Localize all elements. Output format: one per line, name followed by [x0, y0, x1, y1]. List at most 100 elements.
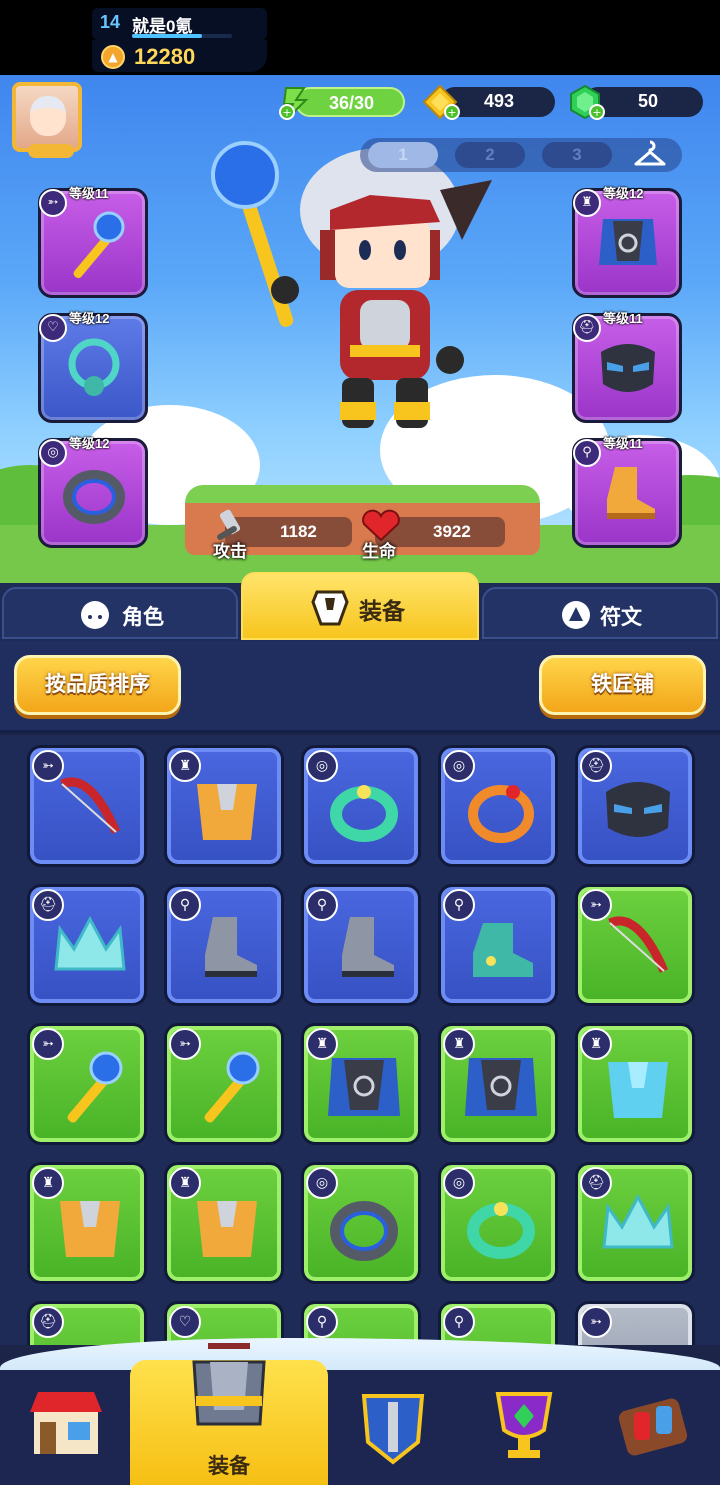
power-icon: ▲	[101, 45, 125, 69]
blacksmith-button[interactable]: 铁匠铺	[539, 655, 706, 715]
xp-bar	[132, 34, 232, 38]
inventory-item-helmet[interactable]: ⛑	[27, 1301, 147, 1345]
orange-armor-icon	[197, 784, 257, 840]
loadout-tab-3[interactable]: 3	[542, 142, 612, 168]
ice-crown-icon	[54, 915, 126, 971]
teal-ring-icon	[467, 1202, 535, 1259]
dark-cloak-icon	[328, 1058, 400, 1116]
avatar-frame-wing	[28, 144, 74, 158]
inventory-item-ring[interactable]: ◎	[438, 745, 558, 867]
trophy-icon	[495, 1392, 553, 1458]
hp-value: 3922	[433, 522, 471, 541]
coin-value: 493	[484, 91, 515, 111]
necklace-type-icon: ♡	[169, 1306, 201, 1338]
ice-armor-icon	[608, 1062, 668, 1118]
power-value: 12280	[134, 44, 196, 69]
slot-level: 等级12	[603, 186, 644, 201]
gem-plus-icon[interactable]: +	[565, 84, 605, 120]
rune-icon	[562, 601, 590, 629]
hanger-icon[interactable]	[632, 138, 668, 170]
gray-boots-icon	[205, 917, 257, 977]
slot-level: 等级11	[603, 436, 643, 451]
boots-type-icon: ⚲	[443, 1306, 475, 1338]
red-bow-icon	[60, 777, 121, 834]
player-avatar[interactable]	[12, 82, 82, 158]
tab-character[interactable]: 角色	[2, 587, 238, 639]
tab-runes[interactable]: 符文	[482, 587, 718, 639]
avatar-face	[30, 96, 66, 136]
nav-events[interactable]	[460, 1372, 590, 1485]
inventory-item-armor[interactable]: ♜	[438, 1023, 558, 1145]
hero-character	[211, 141, 492, 428]
equip-slot-ring[interactable]: ◎ 等级12	[38, 436, 148, 548]
nav-bag[interactable]	[590, 1372, 720, 1485]
tab-equipment[interactable]: 装备	[241, 572, 479, 640]
inventory-item-armor[interactable]: ♜	[575, 1023, 695, 1145]
loadout-tab-1[interactable]: 1	[368, 142, 438, 168]
equip-slot-helmet[interactable]: ⛑ 等级11	[572, 311, 682, 423]
inventory-item-weapon[interactable]: ➳	[27, 1023, 147, 1145]
weapon-type-icon: ➳	[580, 1306, 612, 1338]
inventory-item-ring[interactable]: ◎	[438, 1162, 558, 1284]
dark-mask-icon	[606, 782, 670, 837]
nav-shop[interactable]	[0, 1372, 130, 1485]
equip-slot-boots[interactable]: ⚲ 等级11	[572, 436, 682, 548]
coin-plus-icon[interactable]: +	[420, 84, 460, 120]
necklace-icon	[68, 338, 120, 396]
xp-bar-fill	[132, 34, 202, 38]
inventory-item-helmet[interactable]: ⛑	[27, 884, 147, 1006]
energy-plus-icon[interactable]: +	[278, 84, 312, 120]
inventory-item-ring[interactable]: ◎	[301, 745, 421, 867]
equip-slot-armor[interactable]: ♜ 等级12	[572, 186, 682, 298]
inventory-item-helmet[interactable]: ⛑	[575, 745, 695, 867]
inventory-item-boots[interactable]: ⚲	[438, 1301, 558, 1345]
inventory-item-weapon[interactable]: ➳	[575, 1301, 695, 1345]
equipment-icon	[311, 590, 349, 626]
inventory-item-ring[interactable]: ◎	[301, 1162, 421, 1284]
mask-icon	[601, 344, 655, 392]
tab-character-label: 角色	[122, 606, 164, 629]
slot-level: 等级11	[69, 186, 109, 201]
hero-shield-icon	[361, 1394, 425, 1465]
equipment-icon	[192, 1343, 266, 1426]
staff-icon	[67, 1051, 123, 1123]
red-bow-icon	[608, 916, 669, 973]
teal-boots-icon	[473, 923, 533, 977]
inventory-item-boots[interactable]: ⚲	[164, 884, 284, 1006]
inventory-item-weapon[interactable]: ➳	[27, 745, 147, 867]
inventory-item-boots[interactable]: ⚲	[301, 884, 421, 1006]
equip-slot-necklace[interactable]: ♡ 等级12	[38, 311, 148, 423]
attack-label: 攻击	[213, 542, 247, 561]
inventory-item-helmet[interactable]: ⛑	[575, 1162, 695, 1284]
gem-value: 50	[638, 91, 659, 111]
inventory-item-armor[interactable]: ♜	[164, 1162, 284, 1284]
energy-value: 36/30	[329, 93, 375, 113]
svg-text:+: +	[592, 106, 601, 119]
gray-boots-icon	[342, 917, 394, 977]
loadout-tab-2[interactable]: 2	[455, 142, 525, 168]
inventory-item-armor[interactable]: ♜	[301, 1023, 421, 1145]
orange-ring-icon	[468, 785, 534, 843]
inventory-item-boots[interactable]: ⚲	[438, 884, 558, 1006]
player-level: 14	[100, 12, 121, 32]
staff-icon	[73, 211, 125, 279]
hp-label: 生命	[362, 542, 396, 561]
ice-crown-icon	[602, 1193, 674, 1249]
bag-icon	[618, 1398, 688, 1456]
character-icon	[81, 601, 109, 629]
inventory-item-armor[interactable]: ♜	[164, 745, 284, 867]
equip-slot-weapon[interactable]: ➳ 等级11	[38, 186, 148, 298]
slot-level: 等级11	[603, 311, 643, 326]
cloak-icon	[599, 219, 657, 265]
sort-by-quality-button[interactable]: 按品质排序	[14, 655, 181, 715]
teal-ring-icon	[330, 785, 398, 842]
inventory-item-armor[interactable]: ♜	[27, 1162, 147, 1284]
orange-armor-icon	[197, 1201, 257, 1257]
attack-value: 1182	[280, 522, 317, 541]
inventory-grid: ➳ ♜ ◎ ◎ ⛑ ⛑ ⚲ ⚲ ⚲ ➳ ➳ ➳ ♜ ♜ ♜ ♜ ♜ ◎ ◎ ⛑ ⛑ ♡ ⚲ ⚲ ➳	[0, 735, 720, 1345]
svg-text:+: +	[447, 106, 456, 119]
slot-level: 等级12	[69, 311, 110, 326]
inventory-item-weapon[interactable]: ➳	[164, 1023, 284, 1145]
nav-heroes[interactable]	[328, 1372, 458, 1485]
inventory-item-weapon[interactable]: ➳	[575, 884, 695, 1006]
